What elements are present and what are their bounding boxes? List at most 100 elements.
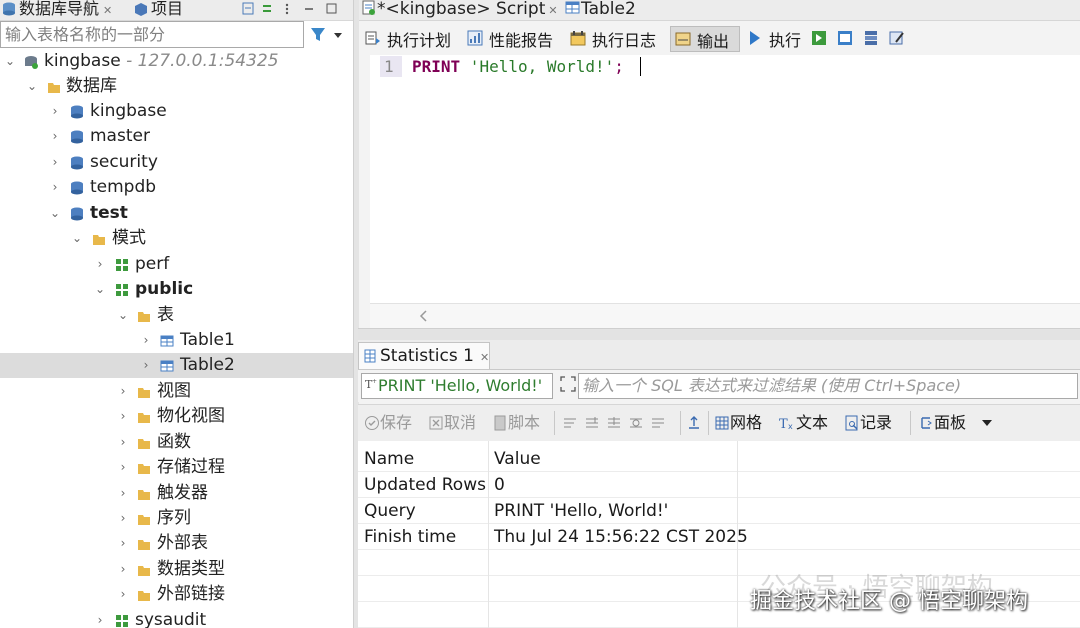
code-line[interactable]: PRINT 'Hello, World!'; — [412, 56, 624, 77]
tree-schema-perf[interactable]: › perf — [0, 252, 353, 277]
close-icon[interactable]: ✕ — [480, 351, 489, 364]
tree-folder-sequences[interactable]: › 序列 — [0, 506, 353, 531]
panels-button[interactable]: 面板 — [918, 412, 993, 434]
cancel-button[interactable]: 取消 — [428, 412, 476, 434]
revert-row-icon[interactable] — [652, 418, 664, 428]
tree-folder-tables[interactable]: ⌄ 表 — [0, 303, 353, 328]
collapsed-arrow-icon[interactable]: › — [48, 124, 62, 149]
sql-filter-input[interactable]: 输入一个 SQL 表达式来过滤结果 (使用 Ctrl+Space) — [578, 373, 1078, 399]
table-row[interactable]: Updated Rows 0 — [358, 472, 1080, 498]
tree-folder-foreign-tables[interactable]: › 外部表 — [0, 531, 353, 556]
collapsed-arrow-icon[interactable]: › — [116, 557, 130, 582]
collapsed-arrow-icon[interactable]: › — [48, 175, 62, 200]
transaction-button[interactable] — [859, 26, 883, 52]
tree-database-tempdb[interactable]: › tempdb — [0, 175, 353, 200]
expanded-arrow-icon[interactable]: ⌄ — [48, 201, 62, 226]
tree-database-master[interactable]: › master — [0, 124, 353, 149]
view-menu-icon[interactable] — [285, 3, 289, 15]
copy-row-icon[interactable] — [608, 417, 620, 428]
record-view-button[interactable]: 记录 — [844, 412, 892, 434]
collapsed-arrow-icon[interactable]: › — [116, 404, 130, 429]
column-header-value[interactable]: Value — [494, 446, 541, 472]
collapsed-arrow-icon[interactable]: › — [139, 328, 153, 353]
collapsed-arrow-icon[interactable]: › — [93, 608, 107, 628]
script-button[interactable]: 脚本 — [492, 412, 540, 434]
collapsed-arrow-icon[interactable]: › — [139, 353, 153, 378]
tree-database-security[interactable]: › security — [0, 150, 353, 175]
tab-script[interactable]: *<kingbase> Script ✕ — [361, 0, 558, 20]
collapse-all-icon[interactable] — [242, 2, 254, 15]
grid-view-button[interactable]: 网格 — [714, 412, 762, 434]
tab-project[interactable]: 项目 — [134, 0, 183, 20]
maximize-icon[interactable] — [326, 3, 337, 14]
scroll-left-icon[interactable] — [414, 305, 434, 327]
tree-schema-sysaudit[interactable]: › sysaudit — [0, 608, 353, 628]
collapsed-arrow-icon[interactable]: › — [116, 455, 130, 480]
tree-table-table2[interactable]: › Table2 — [0, 353, 353, 378]
tree-database-kingbase[interactable]: › kingbase — [0, 99, 353, 124]
delete-row-icon[interactable] — [630, 418, 642, 428]
explain-button[interactable] — [833, 26, 857, 52]
tree-folder-foreign-links[interactable]: › 外部链接 — [0, 582, 353, 607]
tree-folder-schemas[interactable]: ⌄ 模式 — [0, 226, 353, 251]
sql-editor[interactable] — [370, 55, 1080, 303]
collapsed-arrow-icon[interactable]: › — [116, 379, 130, 404]
tree-folder-materialized-views[interactable]: › 物化视图 — [0, 404, 353, 429]
filter-config-button[interactable] — [308, 24, 350, 46]
close-icon[interactable]: ✕ — [103, 4, 112, 17]
performance-report-button[interactable]: 性能报告 — [463, 26, 563, 52]
collapsed-arrow-icon[interactable]: › — [48, 150, 62, 175]
tree-folder-triggers[interactable]: › 触发器 — [0, 481, 353, 506]
collapsed-arrow-icon[interactable]: › — [116, 531, 130, 556]
collapsed-arrow-icon[interactable]: › — [48, 99, 62, 124]
add-row-icon[interactable] — [586, 417, 598, 428]
expanded-arrow-icon[interactable]: ⌄ — [70, 226, 84, 251]
expanded-arrow-icon[interactable]: ⌄ — [25, 74, 39, 99]
close-icon[interactable]: ✕ — [548, 4, 557, 17]
edit-row-icon[interactable] — [564, 418, 576, 428]
run-script-button[interactable] — [807, 26, 831, 52]
tree-folder-views[interactable]: › 视图 — [0, 379, 353, 404]
link-editor-icon[interactable] — [263, 5, 271, 12]
tree-folder-data-types[interactable]: › 数据类型 — [0, 557, 353, 582]
tree-schema-public[interactable]: ⌄ public — [0, 277, 353, 302]
table-row[interactable]: Finish time Thu Jul 24 15:56:22 CST 2025 — [358, 524, 1080, 550]
tab-statistics[interactable]: Statistics 1 ✕ — [358, 342, 490, 369]
collapsed-arrow-icon[interactable]: › — [116, 481, 130, 506]
execute-button[interactable]: 执行 — [743, 26, 803, 52]
tree-folder-procedures[interactable]: › 存储过程 — [0, 455, 353, 480]
export-icon[interactable] — [686, 415, 702, 431]
left-view-actions — [241, 1, 349, 17]
tab-table2[interactable]: Table2 — [565, 0, 636, 20]
tree-folder-databases[interactable]: ⌄ 数据库 — [0, 74, 353, 99]
database-icon — [70, 207, 84, 221]
chevron-down-icon[interactable] — [981, 419, 993, 427]
output-label: 输出 — [697, 32, 730, 51]
tree-connection-kingbase[interactable]: ⌄ kingbase - 127.0.0.1:54325 — [0, 49, 353, 74]
collapsed-arrow-icon[interactable]: › — [116, 506, 130, 531]
format-button[interactable] — [885, 26, 909, 52]
format-icon — [889, 30, 905, 46]
execution-plan-button[interactable]: 执行计划 — [361, 26, 459, 52]
table-name-filter-input[interactable]: 输入表格名称的一部分 — [0, 21, 304, 48]
column-header-name[interactable]: Name — [364, 446, 414, 472]
execution-log-button[interactable]: 执行日志 — [566, 26, 666, 52]
query-text-box[interactable]: T + PRINT 'Hello, World!' — [361, 373, 553, 399]
expanded-arrow-icon[interactable]: ⌄ — [3, 49, 17, 74]
tree-table-table1[interactable]: › Table1 — [0, 328, 353, 353]
collapsed-arrow-icon[interactable]: › — [93, 252, 107, 277]
text-view-button[interactable]: Tx 文本 — [778, 412, 828, 434]
tree-label: sysaudit — [135, 610, 207, 628]
collapsed-arrow-icon[interactable]: › — [116, 430, 130, 455]
expanded-arrow-icon[interactable]: ⌄ — [116, 303, 130, 328]
horizontal-scrollbar[interactable] — [370, 303, 1080, 328]
collapsed-arrow-icon[interactable]: › — [116, 582, 130, 607]
save-button[interactable]: 保存 — [364, 412, 412, 434]
tree-database-test[interactable]: ⌄ test — [0, 201, 353, 226]
tab-database-navigator[interactable]: 数据库导航 ✕ — [2, 0, 112, 20]
expanded-arrow-icon[interactable]: ⌄ — [93, 277, 107, 302]
expand-icon[interactable] — [560, 376, 576, 392]
tree-folder-functions[interactable]: › 函数 — [0, 430, 353, 455]
table-row[interactable]: Query PRINT 'Hello, World!' — [358, 498, 1080, 524]
output-button[interactable]: 输出 — [670, 26, 740, 52]
